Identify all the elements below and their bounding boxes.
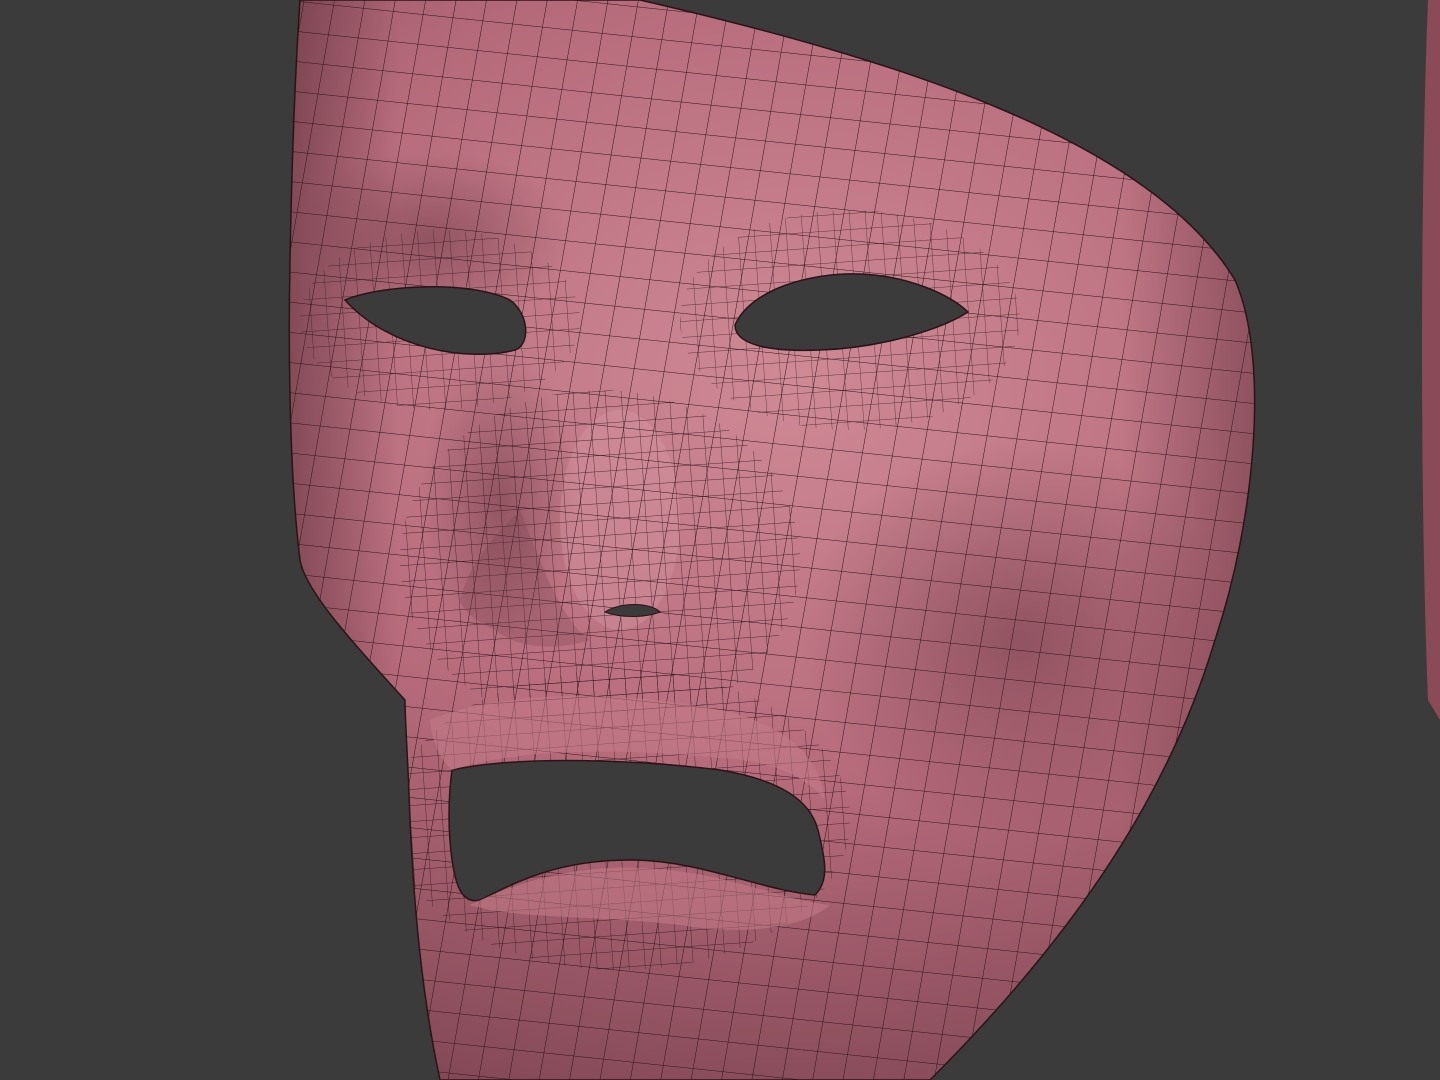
- mask-render: [288, 0, 1440, 1080]
- adjacent-object-edge: [1422, 0, 1440, 720]
- viewport[interactable]: [0, 0, 1440, 1080]
